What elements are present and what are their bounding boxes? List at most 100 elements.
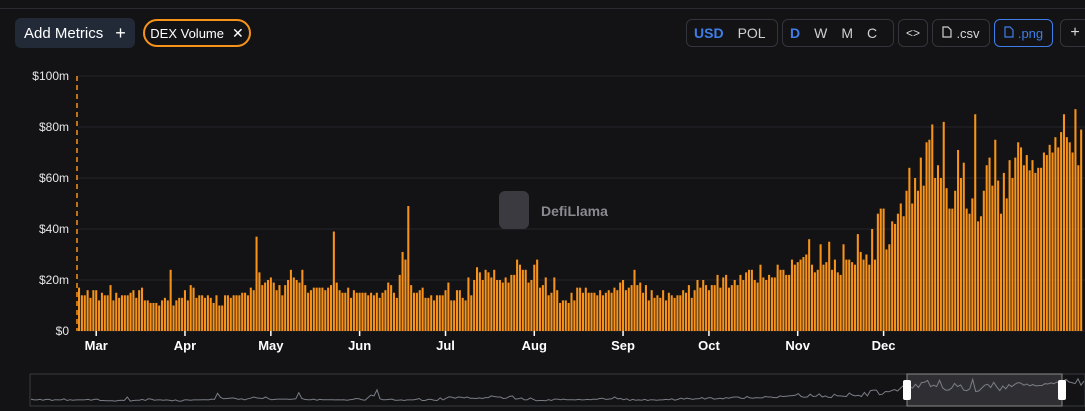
bar [581,292,584,331]
bar [839,274,842,331]
bar [496,280,499,331]
bar [1068,142,1071,331]
bar [475,267,479,331]
x-tick-label: Mar [85,338,108,353]
bar [879,208,882,331]
bar [473,280,476,331]
bar [524,269,527,331]
bar [335,282,338,331]
bar [851,262,854,331]
bar [725,274,728,331]
bar [550,292,553,331]
bar [601,295,605,331]
bar [269,277,272,331]
bar [407,206,410,331]
bar [596,295,599,331]
bar [644,285,647,331]
bar [378,297,381,331]
bar [80,295,83,331]
bar [146,300,149,331]
bar [467,277,470,331]
x-tick-label: Sep [611,338,635,353]
bar [908,167,911,331]
bar [573,300,576,331]
bar [590,292,593,331]
bar [799,259,802,331]
bar [905,190,908,331]
bar [292,277,295,331]
bar [873,259,877,331]
bar [140,287,144,331]
bar [962,162,965,331]
bar [350,297,353,331]
bar [682,290,685,331]
bar [86,290,89,331]
bar [1037,167,1040,331]
bar [484,269,487,331]
bar [868,264,871,331]
defillama-watermark: DefiLlama [499,191,608,229]
bar [521,269,524,331]
bar [327,287,330,331]
bar [266,280,270,331]
bar [759,264,762,331]
bar [212,302,215,331]
bar [748,269,751,331]
bar [1031,160,1034,331]
bar [149,302,152,331]
bar [722,277,725,331]
bar [229,297,232,331]
bar [819,244,822,331]
bar [244,292,247,331]
bar [756,282,759,331]
bar [779,269,782,331]
bar [902,216,905,331]
brush-handle-right [1058,380,1066,400]
bar [770,277,773,331]
x-tick-label: Nov [785,338,810,353]
bar [470,295,473,331]
bar [155,302,158,331]
bar [410,285,413,331]
bar [891,221,894,331]
bar [914,178,917,331]
bar [673,297,676,331]
bar [627,287,630,331]
bar [768,274,771,331]
bar [221,305,224,331]
bar [395,297,398,331]
bar [670,295,673,331]
bar [1020,147,1023,331]
bar [510,274,513,331]
bar [166,300,169,331]
bar [261,285,264,331]
bar [361,292,364,331]
bar [630,285,633,331]
bar [1080,129,1083,331]
bar [707,290,710,331]
range-brush [29,373,1085,407]
bar [736,285,739,331]
bar [676,295,679,331]
x-tick-label: Dec [872,338,896,353]
brush-selection [906,373,1063,407]
bar [659,297,662,331]
bar [553,277,556,331]
bar [89,297,92,331]
x-tick-label: Oct [698,338,720,353]
bar [238,295,241,331]
bar [965,208,968,331]
bar [999,213,1003,331]
bar [321,287,324,331]
bar [161,300,164,331]
bar [152,302,155,331]
bar [312,287,315,331]
bar [624,290,627,331]
bar [968,213,971,331]
bar [1077,165,1080,331]
bar [948,208,951,331]
bar [705,285,708,331]
bar [118,297,121,331]
bar [859,251,862,331]
bar [856,234,859,331]
